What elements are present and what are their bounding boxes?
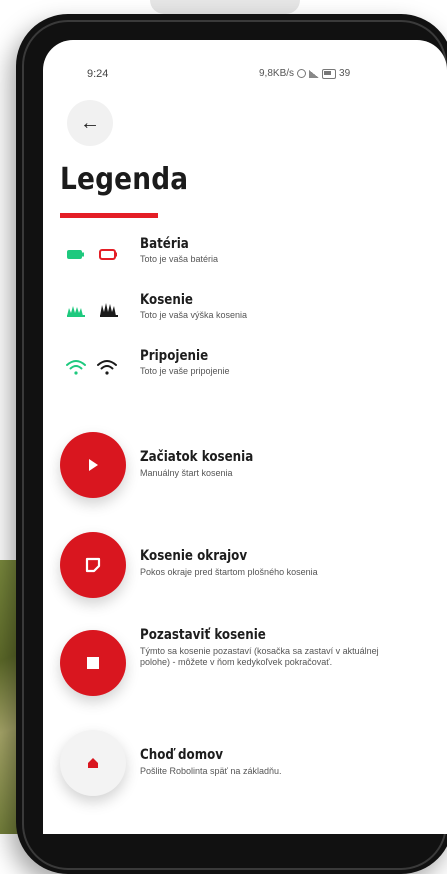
action-text: Pozastaviť kosenie Týmto sa kosenie poza… xyxy=(140,627,380,668)
legend-icons xyxy=(65,358,135,378)
wifi-black-icon xyxy=(97,360,117,375)
legend-icons xyxy=(65,300,135,320)
stop-icon xyxy=(87,657,99,669)
battery-percent: 39 xyxy=(339,68,351,79)
action-title: Choď domov xyxy=(140,747,224,763)
start-mowing-button[interactable] xyxy=(60,432,126,498)
action-title: Začiatok kosenia xyxy=(140,449,254,465)
legend-title: Kosenie xyxy=(140,292,193,308)
action-subtitle: Pokos okraje pred štartom plošného kosen… xyxy=(140,567,318,577)
title-underline xyxy=(60,213,158,218)
legend-icons xyxy=(65,244,135,264)
action-subtitle: Manuálny štart kosenia xyxy=(140,468,233,478)
go-home-button[interactable] xyxy=(60,730,126,796)
play-icon xyxy=(89,459,98,471)
back-button[interactable]: ← xyxy=(67,100,113,146)
status-icons: 9,8KB/s 39 xyxy=(259,68,350,79)
action-subtitle: Pošlite Robolinta späť na základňu. xyxy=(140,766,282,776)
legend-text: Batéria Toto je vaša batéria xyxy=(140,236,218,264)
edge-mowing-button[interactable] xyxy=(60,532,126,598)
back-arrow-icon: ← xyxy=(80,111,100,134)
action-text: Kosenie okrajov Pokos okraje pred štarto… xyxy=(140,548,380,578)
legend-subtitle: Toto je vaša batéria xyxy=(140,254,219,264)
background-glow xyxy=(150,0,300,14)
action-subtitle: Týmto sa kosenie pozastaví (kosačka sa z… xyxy=(140,646,379,667)
network-speed: 9,8KB/s xyxy=(259,68,295,79)
legend-title: Pripojenie xyxy=(140,348,209,364)
battery-red-icon xyxy=(99,249,117,260)
signal-icon xyxy=(309,69,320,78)
legend-text: Pripojenie Toto je vaše pripojenie xyxy=(140,348,230,376)
home-icon xyxy=(88,758,98,768)
legend-title: Batéria xyxy=(140,236,189,252)
battery-green-icon xyxy=(67,250,84,259)
battery-status-icon xyxy=(322,68,337,79)
grass-green-icon xyxy=(67,306,85,317)
action-text: Začiatok kosenia Manuálny štart kosenia xyxy=(140,449,380,479)
legend-subtitle: Toto je vaše pripojenie xyxy=(140,366,230,376)
legend-subtitle: Toto je vaša výška kosenia xyxy=(140,310,248,320)
legend-item-mowing: Kosenie Toto je vaša výška kosenia xyxy=(43,292,447,336)
action-text: Choď domov Pošlite Robolinta späť na zák… xyxy=(140,747,380,777)
alarm-icon xyxy=(297,69,307,78)
app-screen: 9:24 9,8KB/s 39 ← Legenda Batéria Toto j… xyxy=(43,40,447,834)
grass-black-icon xyxy=(100,303,118,317)
edge-icon xyxy=(85,557,101,573)
legend-text: Kosenie Toto je vaša výška kosenia xyxy=(140,292,247,320)
status-time: 9:24 xyxy=(87,68,109,80)
wifi-green-icon xyxy=(66,360,86,375)
page-title: Legenda xyxy=(60,162,189,197)
action-title: Kosenie okrajov xyxy=(140,548,248,564)
legend-item-battery: Batéria Toto je vaša batéria xyxy=(43,236,447,280)
pause-mowing-button[interactable] xyxy=(60,630,126,696)
action-title: Pozastaviť kosenie xyxy=(140,627,266,643)
legend-item-connection: Pripojenie Toto je vaše pripojenie xyxy=(43,348,447,392)
